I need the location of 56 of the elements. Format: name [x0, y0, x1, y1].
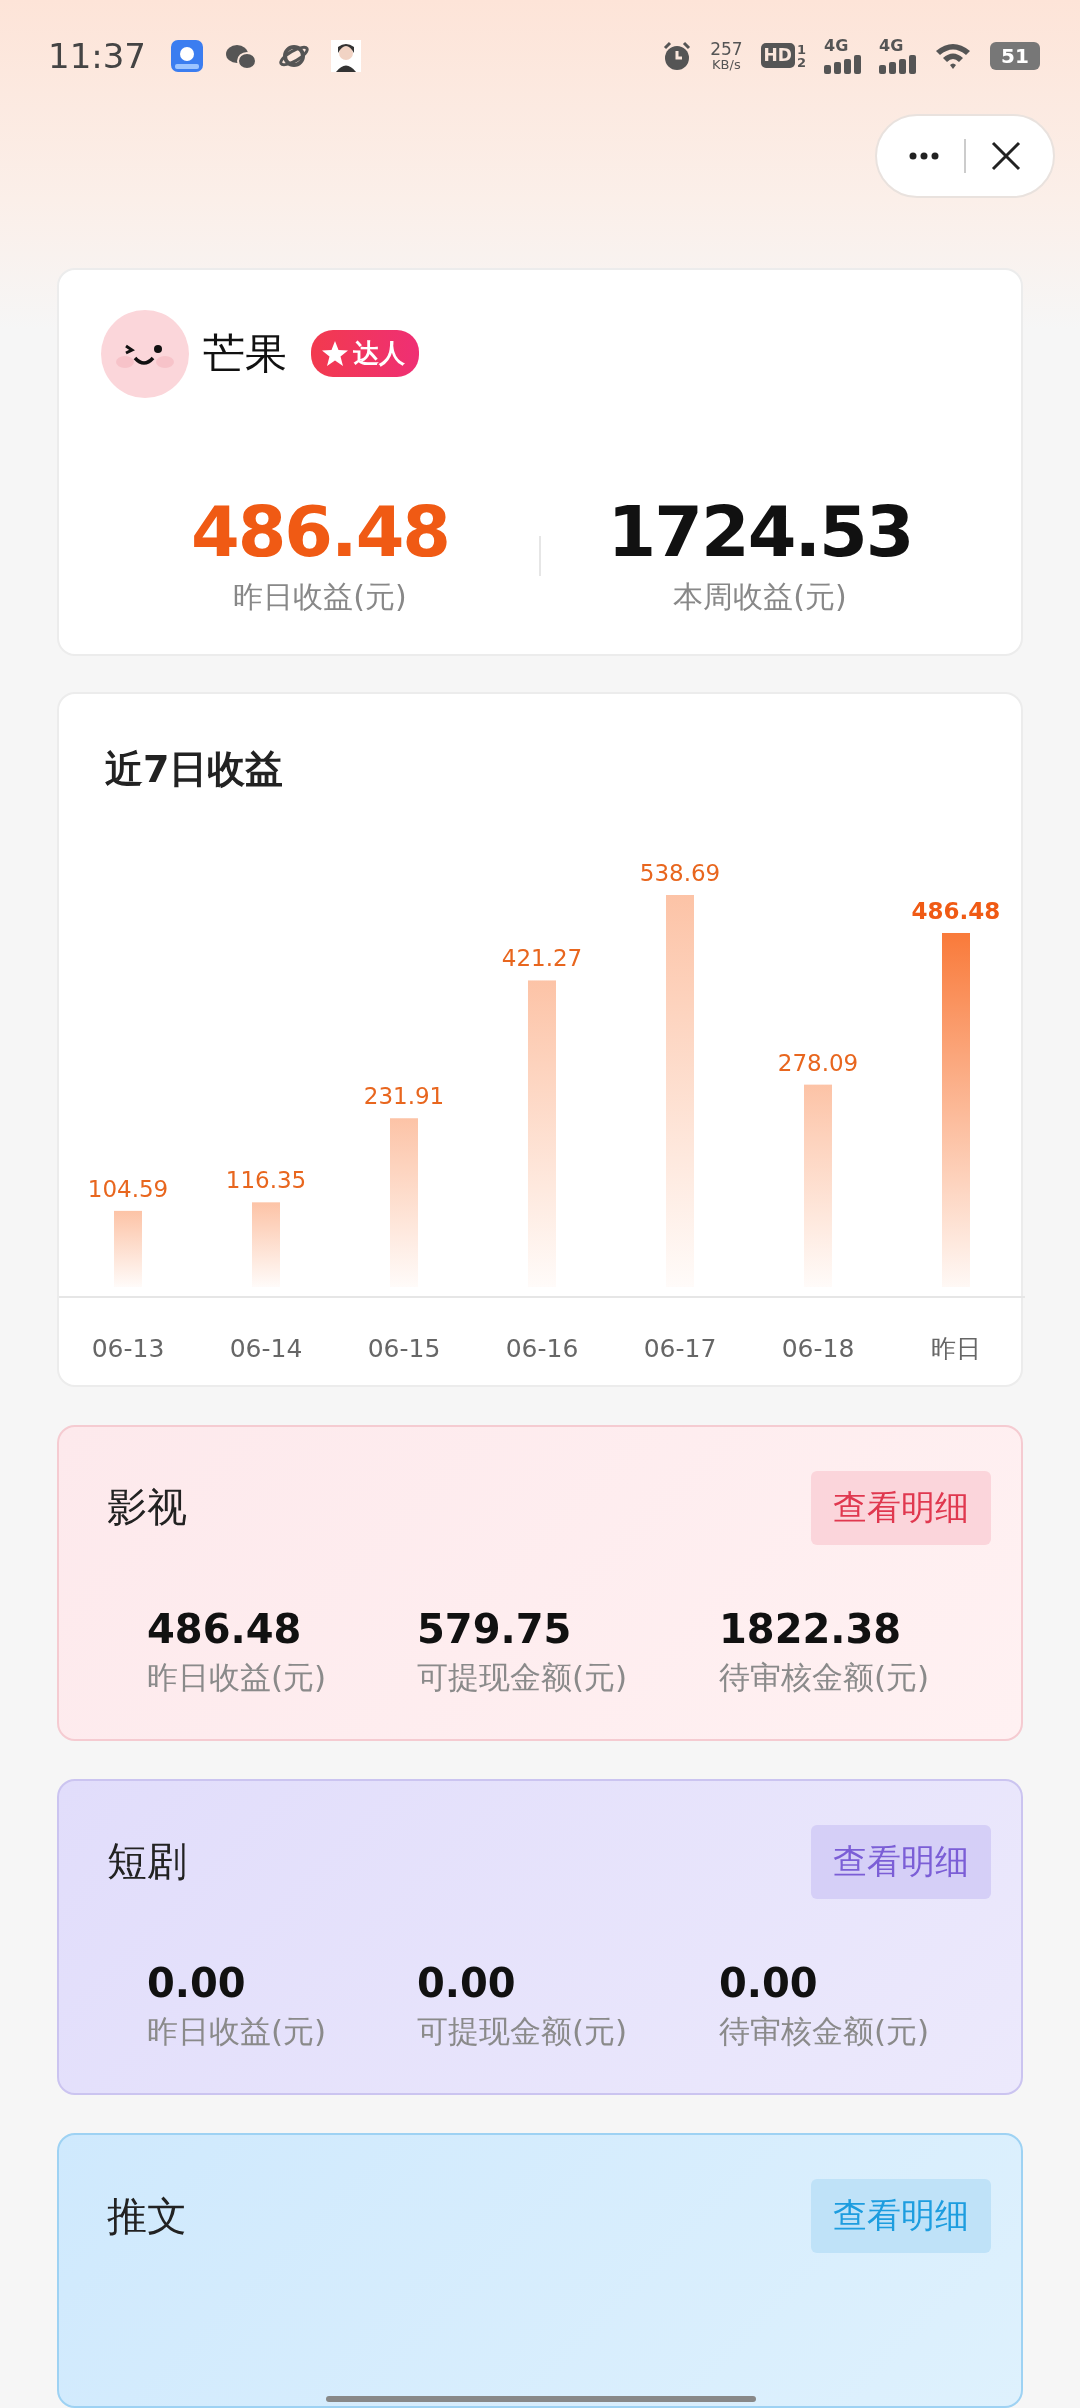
sim-number: 1 — [796, 42, 806, 56]
bar-value-label: 104.59 — [87, 1175, 169, 1202]
talent-badge: 达人 — [311, 330, 419, 378]
axis-label: 06-13 — [91, 1333, 165, 1363]
star-icon — [321, 340, 349, 368]
amount-label: 昨日收益(元) — [147, 1657, 328, 1697]
speed-unit: KB/s — [712, 57, 741, 71]
category-title: 短剧 — [107, 1837, 187, 1887]
amount-value: 579.75 — [417, 1606, 573, 1651]
app-icon — [170, 38, 204, 73]
earnings-label: 本周收益(元) — [673, 577, 847, 616]
network-type: 4G — [879, 37, 904, 54]
network-type: 4G — [824, 37, 849, 54]
category-title: 推文 — [107, 2191, 187, 2241]
speed-value: 257 — [710, 40, 743, 58]
hd-badge: HD — [760, 43, 795, 69]
amount-value: 486.48 — [147, 1606, 303, 1651]
amount-value: 0.00 — [147, 1960, 247, 2005]
sim-number: 2 — [796, 55, 806, 69]
amount-value: 0.00 — [719, 1960, 819, 2005]
amount-label: 待审核金额(元) — [719, 2011, 931, 2051]
signal-icon — [879, 54, 916, 74]
bar-value-label: 231.91 — [363, 1082, 445, 1109]
axis-label: 昨日 — [931, 1333, 981, 1363]
bar-value-label: 116.35 — [225, 1166, 307, 1193]
battery-icon: 51 — [990, 41, 1040, 70]
avatar-icon — [330, 38, 362, 73]
user-name: 芒果 — [203, 327, 287, 380]
alarm-icon — [662, 40, 693, 71]
amount-label: 可提现金额(元) — [417, 1657, 629, 1697]
status-time: 11:37 — [48, 35, 146, 76]
bar-value-label: 538.69 — [639, 859, 721, 886]
amount-value: 0.00 — [417, 1960, 517, 2005]
bar-value-label: 278.09 — [777, 1049, 859, 1076]
details-button[interactable]: 查看明细 — [811, 1824, 991, 1899]
axis-label: 06-14 — [229, 1333, 303, 1363]
bar-value-label: 486.48 — [911, 897, 1001, 924]
axis-label: 06-16 — [505, 1333, 579, 1363]
axis-label: 06-18 — [781, 1333, 855, 1363]
signal-icon — [824, 54, 861, 74]
details-button[interactable]: 查看明细 — [811, 1470, 991, 1545]
earnings-value: 1724.53 — [607, 493, 913, 571]
earnings-label: 昨日收益(元) — [233, 577, 407, 616]
amount-label: 昨日收益(元) — [147, 2011, 328, 2051]
chart-title: 近7日收益 — [104, 745, 285, 793]
details-button[interactable]: 查看明细 — [811, 2179, 991, 2254]
axis-label: 06-17 — [643, 1333, 717, 1363]
amount-label: 待审核金额(元) — [719, 1657, 931, 1697]
axis-label: 06-15 — [367, 1333, 441, 1363]
category-title: 影视 — [107, 1483, 187, 1533]
amount-value: 1822.38 — [719, 1606, 903, 1651]
close-icon[interactable] — [990, 140, 1021, 171]
amount-label: 可提现金额(元) — [417, 2011, 629, 2051]
earnings-value: 486.48 — [190, 493, 450, 571]
more-icon[interactable] — [909, 151, 940, 160]
bar-value-label: 421.27 — [501, 945, 583, 971]
